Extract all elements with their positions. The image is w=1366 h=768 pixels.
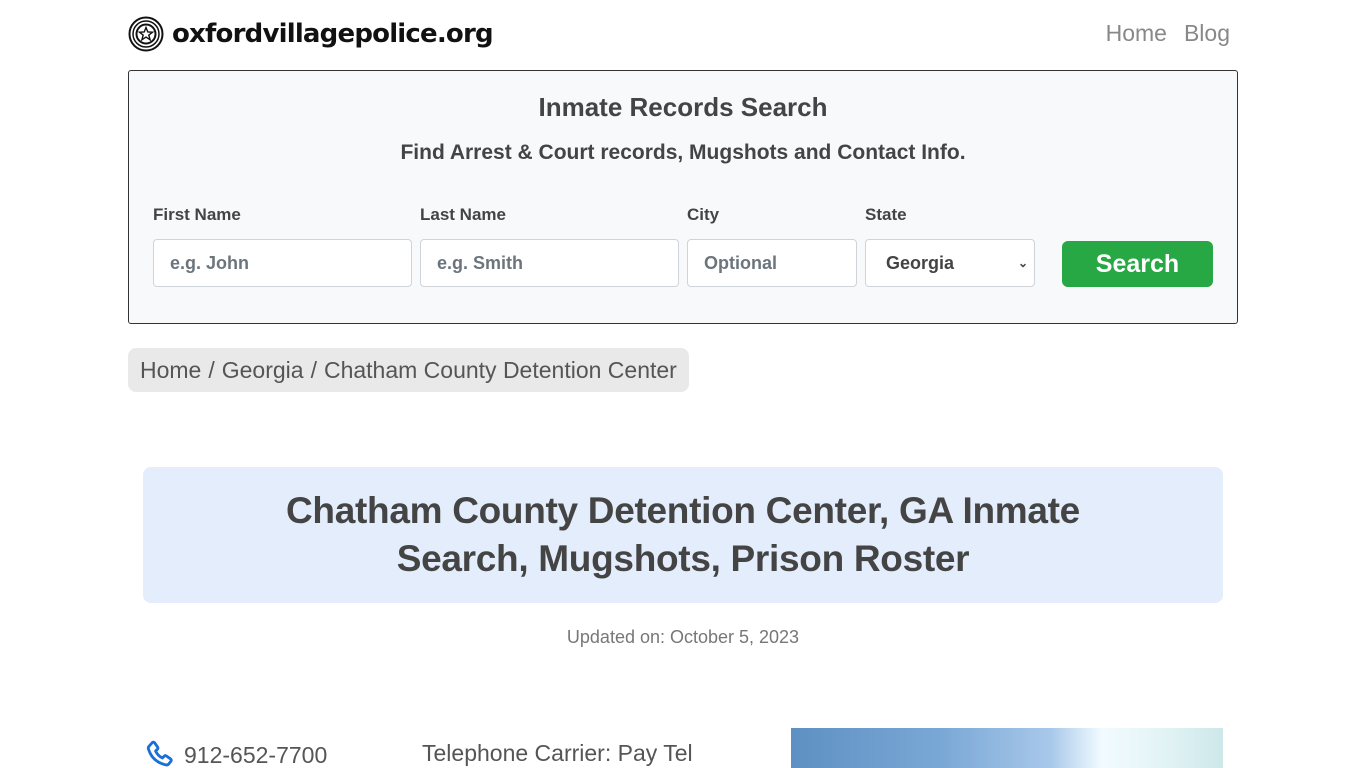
city-input[interactable] [687,239,857,287]
breadcrumb-separator: / [208,356,215,383]
page-title-banner: Chatham County Detention Center, GA Inma… [143,467,1223,603]
page-title: Chatham County Detention Center, GA Inma… [286,490,1080,579]
updated-date: Updated on: October 5, 2023 [566,627,800,647]
chevron-down-icon: ⌄ [1017,256,1028,270]
telephone-carrier: Telephone Carrier: Pay Tel [422,740,693,766]
site-header: oxfordvillagepolice.org Home Blog [128,14,1238,54]
state-group: State Georgia ⌄ [865,205,1035,287]
breadcrumb-state[interactable]: Georgia [222,357,304,384]
nav-blog-link[interactable]: Blog [1184,20,1230,47]
last-name-label: Last Name [420,205,506,224]
breadcrumb-separator: / [310,356,317,383]
top-nav: Home Blog [1106,20,1230,47]
phone-icon [146,740,173,767]
first-name-group: First Name [153,205,412,287]
inmate-search-form: Inmate Records Search Find Arrest & Cour… [128,70,1238,324]
search-subtitle: Find Arrest & Court records, Mugshots an… [400,141,966,164]
breadcrumb-current: Chatham County Detention Center [323,356,677,383]
search-button[interactable]: Search [1062,241,1213,287]
state-selected-value: Georgia [886,252,955,273]
breadcrumb-home[interactable]: Home [140,357,201,384]
first-name-input[interactable] [153,239,412,287]
phone-number: 912-652-7700 [184,741,328,768]
first-name-label: First Name [153,205,241,224]
site-logo-link[interactable]: oxfordvillagepolice.org [128,16,494,52]
last-name-group: Last Name [420,205,679,287]
last-name-input[interactable] [420,239,679,287]
nav-home-link[interactable]: Home [1106,20,1167,47]
state-select[interactable]: Georgia ⌄ [865,239,1035,287]
city-group: City [687,205,857,287]
city-label: City [687,205,720,224]
site-name: oxfordvillagepolice.org [172,19,494,49]
breadcrumb: Home / Georgia / Chatham County Detentio… [128,348,689,392]
police-badge-star-icon [128,16,164,52]
facility-photo [791,728,1223,768]
search-title: Inmate Records Search [538,92,828,122]
state-label: State [865,205,907,224]
phone-contact[interactable]: 912-652-7700 [143,738,327,768]
